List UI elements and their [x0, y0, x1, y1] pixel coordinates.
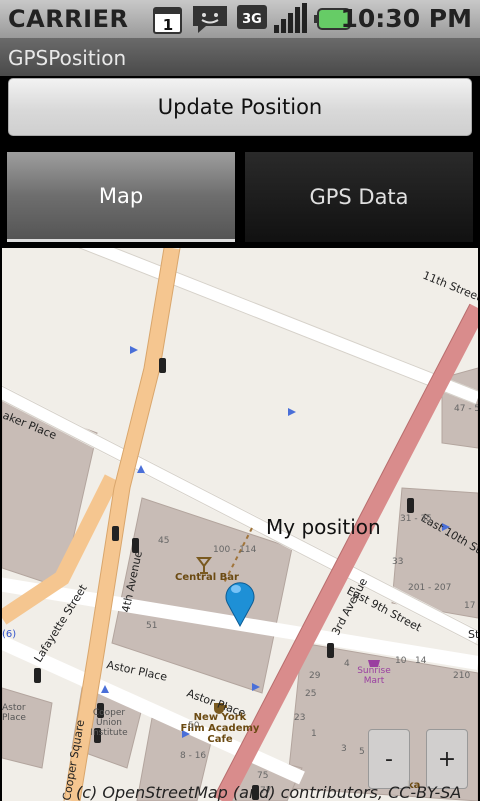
- content-area: Update Position Map GPS Data 11th Street…: [0, 76, 480, 801]
- house-number: 23: [294, 713, 305, 723]
- clock: 10:30 PM: [340, 4, 472, 33]
- poi-label: Sunrise Mart: [357, 666, 391, 686]
- app-title: GPSPosition: [8, 46, 127, 70]
- poi-astor: Astor Place: [2, 703, 26, 723]
- poi-label: Astor Place: [2, 703, 26, 723]
- house-number: 201 - 207: [408, 583, 451, 593]
- house-number: 45: [158, 536, 169, 546]
- status-bar: CARRIER 1 3G 10:30 PM: [0, 0, 480, 38]
- zoom-in-label: +: [437, 746, 457, 772]
- house-number: 47 - 5: [454, 404, 478, 414]
- tab-gps-data-label: GPS Data: [309, 185, 409, 209]
- house-number: 51: [146, 621, 157, 631]
- house-number: 8 - 16: [180, 751, 206, 761]
- tab-map[interactable]: Map: [7, 152, 235, 242]
- zoom-in-button[interactable]: +: [426, 729, 468, 789]
- house-number: 17: [464, 601, 475, 611]
- house-number: 50: [188, 721, 200, 731]
- house-number: 14: [415, 656, 427, 666]
- my-position-label: My position: [266, 515, 381, 539]
- house-number: 100 - 114: [213, 545, 257, 555]
- house-number: 75: [257, 771, 268, 781]
- house-number: 4: [344, 659, 350, 669]
- calendar-icon: 1: [153, 7, 182, 34]
- house-number: 33: [392, 557, 403, 567]
- network-3g-icon: 3G: [237, 5, 267, 29]
- house-number: 10: [395, 656, 407, 666]
- house-number: 5: [359, 747, 365, 757]
- carrier-label: CARRIER: [8, 5, 129, 33]
- house-number: 3: [341, 744, 347, 754]
- house-number: 210: [453, 671, 470, 681]
- house-number: 31 - 35: [400, 514, 432, 524]
- zoom-out-button[interactable]: -: [368, 729, 410, 789]
- map-view[interactable]: 11th Street East 10th Str East 9th Stree…: [2, 248, 478, 801]
- map-attribution: (c) OpenStreetMap (and) contributors, CC…: [76, 783, 462, 801]
- house-number: 1: [311, 729, 317, 739]
- house-number: 25: [305, 689, 316, 699]
- poi-label: Cooper Union Institute: [90, 708, 128, 738]
- house-number: 29: [309, 671, 321, 681]
- tab-map-label: Map: [98, 183, 144, 208]
- street-label: St: [468, 628, 478, 641]
- signal-icon: [274, 3, 307, 33]
- update-position-button[interactable]: Update Position: [8, 78, 472, 136]
- notification-count: 1: [163, 16, 173, 34]
- network-type-label: 3G: [242, 12, 262, 27]
- poi-cooper: Cooper Union Institute: [90, 708, 128, 738]
- house-number: (6): [2, 629, 16, 640]
- poi-label: Central Bar: [175, 572, 239, 583]
- map-canvas[interactable]: 11th Street East 10th Str East 9th Stree…: [2, 248, 478, 801]
- zoom-out-label: -: [385, 746, 393, 772]
- tab-gps-data[interactable]: GPS Data: [245, 152, 473, 242]
- app-title-bar: GPSPosition: [0, 38, 480, 76]
- poi-cafe: New York Film Academy Cafe: [181, 712, 260, 745]
- poi-shop: Sunrise Mart: [357, 666, 391, 686]
- sms-icon: [193, 6, 227, 33]
